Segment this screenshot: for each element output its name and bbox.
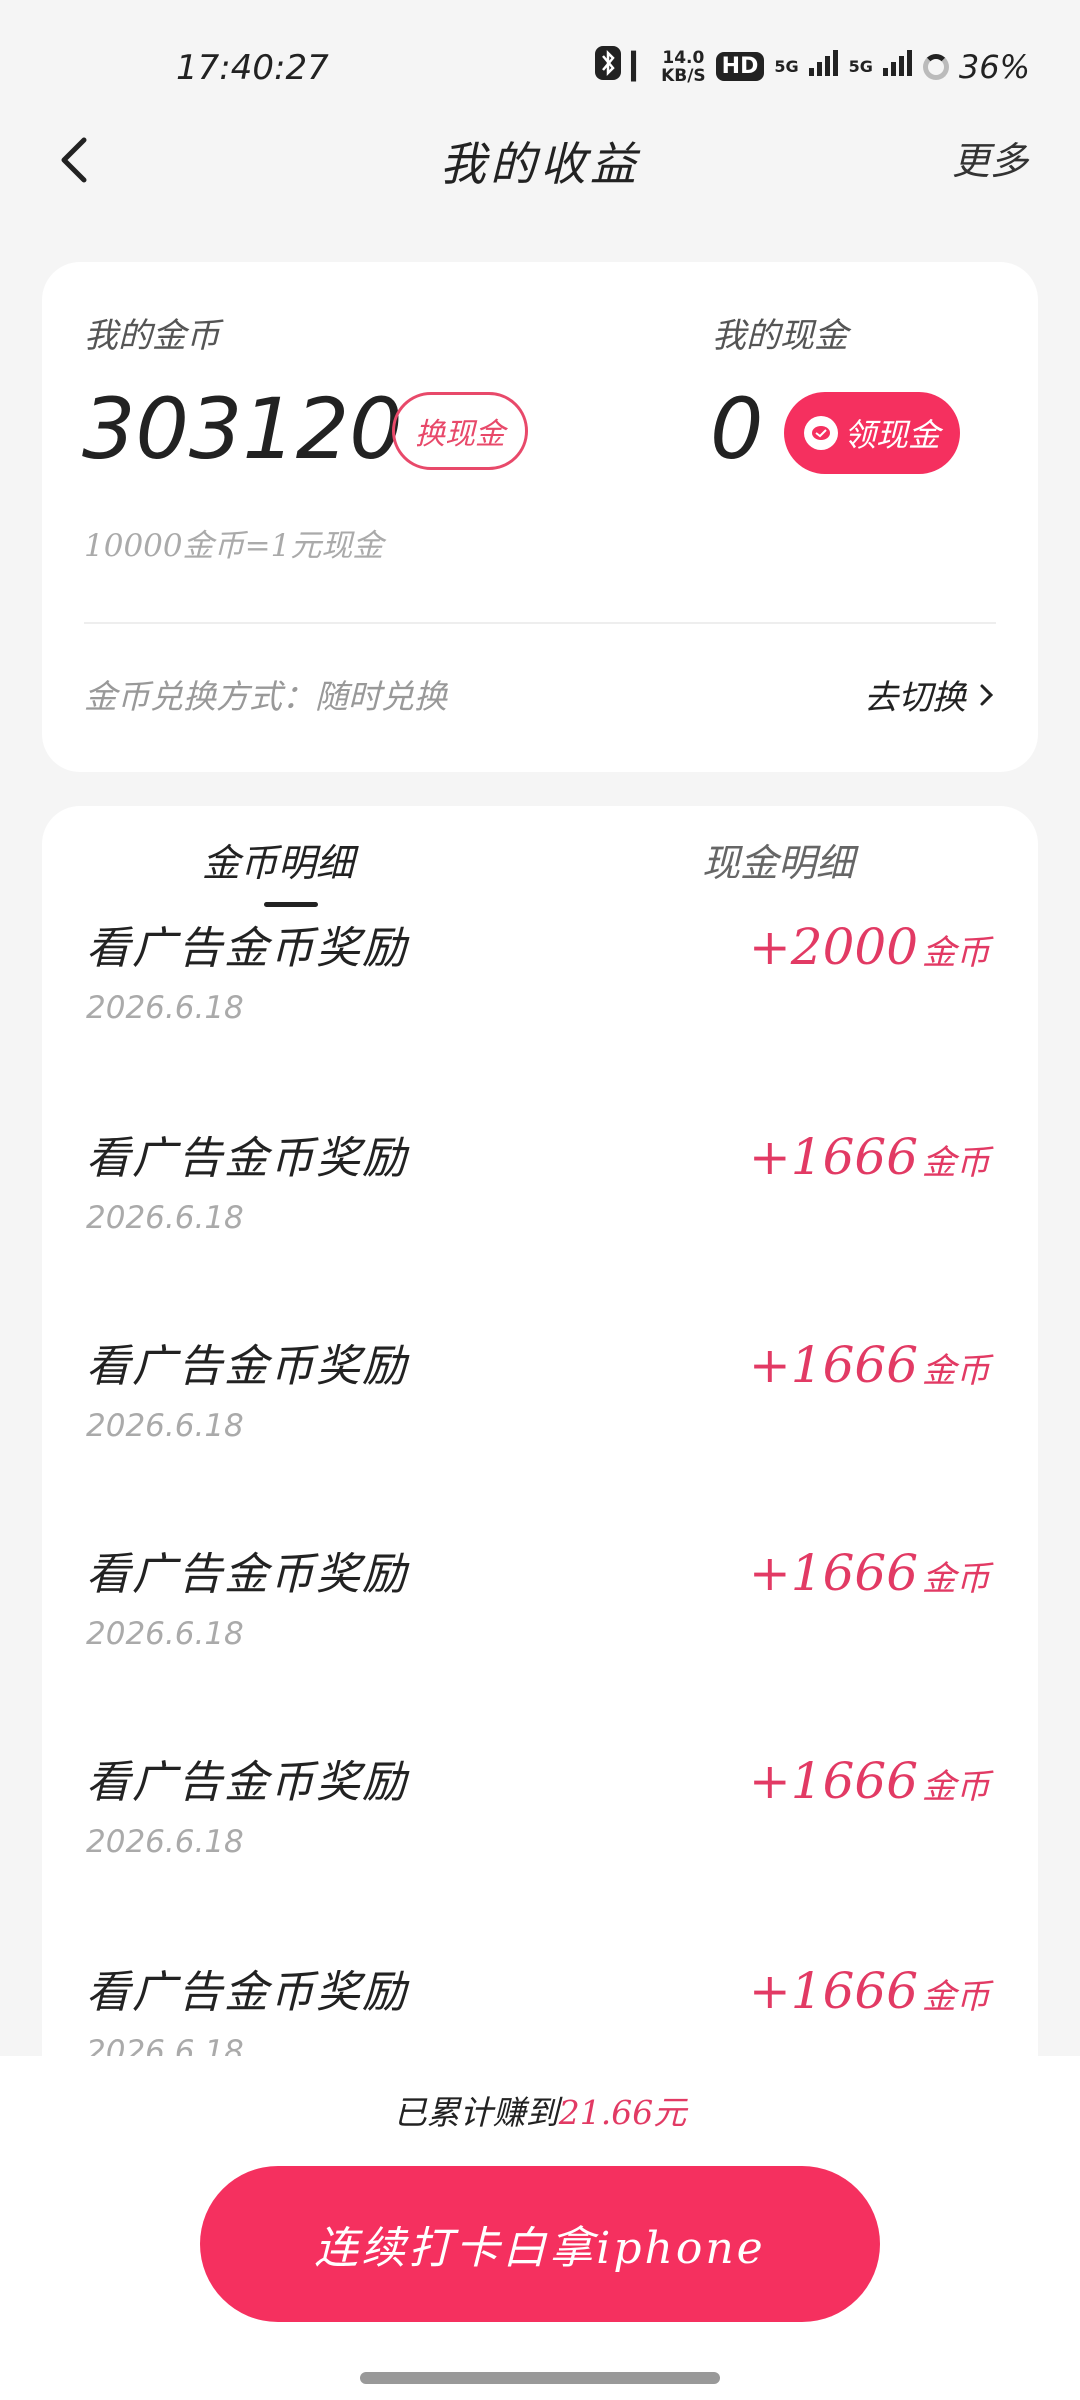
amount-value: +1666 xyxy=(748,1544,918,1602)
amount-value: +1666 xyxy=(748,1752,918,1810)
wallet-card: 我的金币 我的现金 303120 换现金 0 领现金 10000金币=1元现金 … xyxy=(42,262,1038,772)
cash-label: 我的现金 xyxy=(712,316,848,356)
signal-icon-2 xyxy=(882,50,913,83)
battery-icon xyxy=(922,53,949,80)
hd-badge: HD xyxy=(715,52,765,81)
coin-label: 我的金币 xyxy=(84,316,220,356)
vibrate-icon: ▎ xyxy=(631,51,652,82)
battery-percent: 36% xyxy=(958,47,1030,86)
more-button[interactable]: 更多 xyxy=(952,130,1028,185)
item-title: 看广告金币奖励 xyxy=(86,1549,408,1600)
amount-value: +2000 xyxy=(748,918,918,976)
cash-balance: 0 xyxy=(710,380,764,478)
item-title: 看广告金币奖励 xyxy=(86,923,408,974)
signal-icon xyxy=(808,50,839,83)
amount-unit: 金币 xyxy=(922,1559,990,1599)
amount-unit: 金币 xyxy=(922,1977,990,2017)
status-time: 17:40:27 xyxy=(176,48,329,88)
list-item[interactable]: 看广告金币奖励 2026.6.18 +1666 金币 xyxy=(42,1330,1038,1530)
earned-summary: 已累计赚到21.66元 xyxy=(0,2086,1080,2134)
list-item[interactable]: 看广告金币奖励 2026.6.18 +1666 金币 xyxy=(42,1122,1038,1322)
amount-value: +1666 xyxy=(748,1962,918,2020)
amount-unit: 金币 xyxy=(922,1143,990,1183)
page-title: 我的收益 xyxy=(440,137,640,191)
home-indicator[interactable] xyxy=(360,2372,720,2384)
claim-cash-button[interactable]: 领现金 xyxy=(784,392,960,474)
item-title: 看广告金币奖励 xyxy=(86,1967,408,2018)
tab-cash-details[interactable]: 现金明细 xyxy=(702,832,854,887)
net1-label: 5G xyxy=(774,57,799,76)
checkin-button[interactable]: 连续打卡白拿iphone xyxy=(200,2166,880,2322)
amount-value: +1666 xyxy=(748,1336,918,1394)
speed-unit: KB/S xyxy=(661,65,706,86)
item-amount: +1666 金币 xyxy=(749,1752,990,1810)
tab-indicator xyxy=(264,902,318,907)
earned-prefix: 已累计赚到 xyxy=(393,2093,559,2132)
item-amount: +1666 金币 xyxy=(749,1336,990,1394)
list-item[interactable]: 看广告金币奖励 2026.6.18 +1666 金币 xyxy=(42,1956,1038,2066)
status-icons: ▎ 14.0 KB/S HD 5G 5G 36% xyxy=(595,46,1030,87)
tab-coin-details[interactable]: 金币明细 xyxy=(202,832,354,887)
nav-bar: 我的收益 更多 xyxy=(0,120,1080,200)
bottom-bar: 已累计赚到21.66元 连续打卡白拿iphone xyxy=(0,2056,1080,2400)
amount-unit: 金币 xyxy=(922,1351,990,1391)
item-title: 看广告金币奖励 xyxy=(86,1757,408,1808)
exchange-method: 金币兑换方式：随时兑换 xyxy=(84,677,447,716)
list-item[interactable]: 看广告金币奖励 2026.6.18 +2000 金币 xyxy=(42,912,1038,1112)
list-item[interactable]: 看广告金币奖励 2026.6.18 +1666 金币 xyxy=(42,1746,1038,1946)
records-card: 金币明细 现金明细 看广告金币奖励 2026.6.18 +2000 金币 看广告… xyxy=(42,806,1038,2066)
bluetooth-icon xyxy=(595,46,622,87)
item-amount: +2000 金币 xyxy=(749,918,990,976)
earned-amount: 21.66元 xyxy=(558,2093,687,2132)
speed-value: 14.0 xyxy=(662,47,705,68)
switch-method-link[interactable]: 去切换 xyxy=(864,670,998,719)
network-speed: 14.0 KB/S xyxy=(661,49,706,85)
item-title: 看广告金币奖励 xyxy=(86,1133,408,1184)
amount-unit: 金币 xyxy=(922,933,990,973)
chevron-right-icon xyxy=(980,684,994,705)
coin-balance: 303120 xyxy=(82,380,403,478)
item-amount: +1666 金币 xyxy=(749,1962,990,2020)
item-date: 2026.6.18 xyxy=(86,1616,244,1652)
divider xyxy=(84,622,996,624)
claim-cash-label: 领现金 xyxy=(843,416,940,454)
status-bar: 17:40:27 ▎ 14.0 KB/S HD 5G 5G 36% xyxy=(0,0,1080,120)
net2-label: 5G xyxy=(848,57,873,76)
amount-unit: 金币 xyxy=(922,1767,990,1807)
wechat-icon xyxy=(803,416,838,450)
list-item[interactable]: 看广告金币奖励 2026.6.18 +1666 金币 xyxy=(42,1538,1038,1738)
exchange-cash-button[interactable]: 换现金 xyxy=(392,392,528,470)
item-date: 2026.6.18 xyxy=(86,1408,244,1444)
item-date: 2026.6.18 xyxy=(86,1824,244,1860)
item-title: 看广告金币奖励 xyxy=(86,1341,408,1392)
item-amount: +1666 金币 xyxy=(749,1544,990,1602)
switch-label: 去切换 xyxy=(864,678,966,718)
item-amount: +1666 金币 xyxy=(749,1128,990,1186)
item-date: 2026.6.18 xyxy=(86,1200,244,1236)
amount-value: +1666 xyxy=(748,1128,918,1186)
item-date: 2026.6.18 xyxy=(86,990,244,1026)
exchange-rate: 10000金币=1元现金 xyxy=(84,528,384,564)
